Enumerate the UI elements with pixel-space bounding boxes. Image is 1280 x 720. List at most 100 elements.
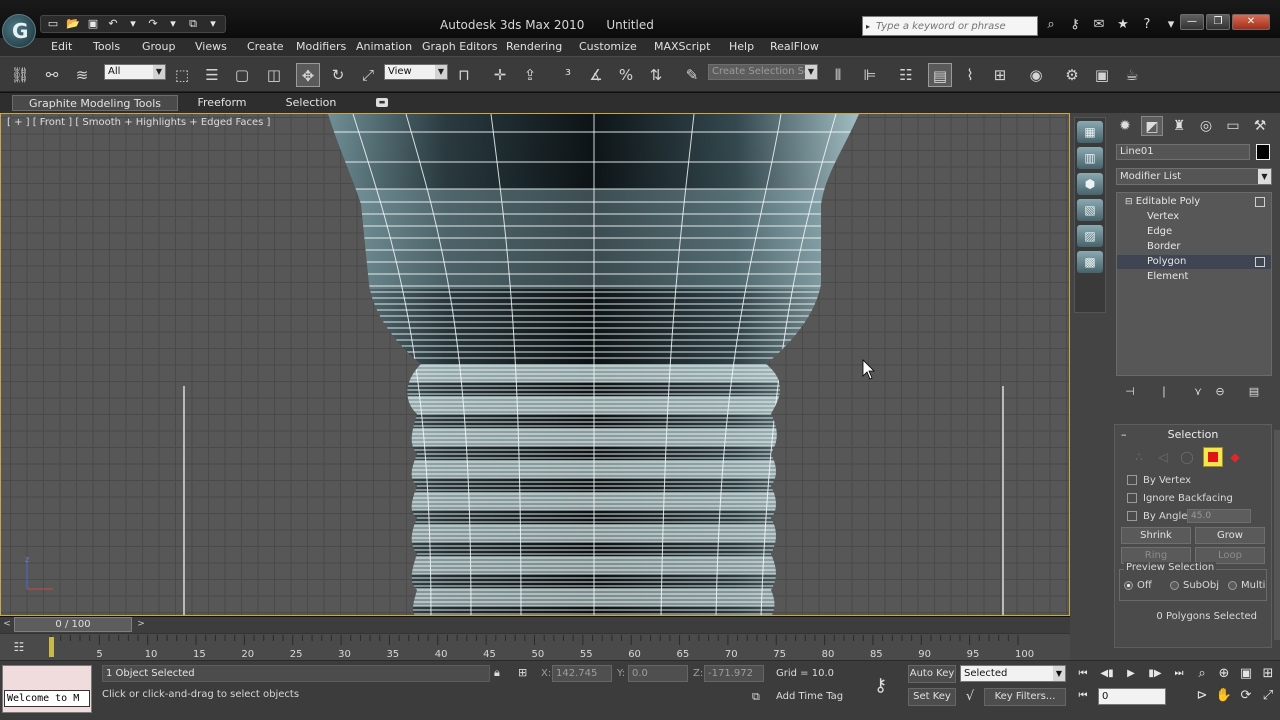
preview-multi-radio[interactable]: Multi: [1228, 580, 1265, 591]
selection-filter-dropdown[interactable]: All ▼: [104, 64, 166, 80]
rectangular-selection-icon[interactable]: ▢: [230, 63, 254, 87]
front-viewport[interactable]: [ + ] [ Front ] [ Smooth + Highlights + …: [0, 113, 1070, 616]
z-coordinate-field[interactable]: -171.972: [704, 665, 764, 682]
help-dropdown-icon[interactable]: ▾: [1162, 16, 1180, 34]
select-and-scale-icon[interactable]: ⤢: [356, 63, 380, 87]
tab-graphite-modeling-tools[interactable]: Graphite Modeling Tools: [12, 95, 178, 111]
render-setup-icon[interactable]: ⚙: [1060, 63, 1084, 87]
menu-edit[interactable]: Edit: [51, 40, 72, 53]
select-and-move-icon[interactable]: ✥: [296, 63, 320, 87]
motion-tab-icon[interactable]: ◎: [1195, 116, 1217, 136]
maximize-viewport-icon[interactable]: ⤢: [1258, 687, 1278, 705]
bind-space-warp-icon[interactable]: ≋: [70, 63, 94, 87]
communication-icon[interactable]: ✉: [1090, 16, 1108, 34]
display-tab-icon[interactable]: ▭: [1222, 116, 1244, 136]
stack-item-border[interactable]: Border: [1117, 240, 1271, 254]
poly-tool-1-icon[interactable]: ▦: [1077, 121, 1103, 143]
reference-coordinate-dropdown[interactable]: View ▼: [384, 64, 448, 80]
object-color-swatch[interactable]: [1256, 144, 1270, 160]
menu-animation[interactable]: Animation: [356, 40, 412, 53]
time-tag-icon[interactable]: ⧉: [752, 690, 760, 704]
modify-tab-icon[interactable]: ◩: [1141, 116, 1163, 136]
snaps-toggle-icon[interactable]: ³: [556, 63, 580, 87]
search-input[interactable]: [873, 20, 1033, 32]
play-icon[interactable]: ▶: [1120, 665, 1142, 683]
align-icon[interactable]: ⊫: [858, 63, 882, 87]
x-coordinate-field[interactable]: 142.745: [552, 665, 612, 682]
next-key-icon[interactable]: ▮▶: [1144, 665, 1166, 683]
y-coordinate-field[interactable]: 0.0: [628, 665, 688, 682]
close-icon[interactable]: ✕: [1232, 14, 1270, 30]
add-time-tag-button[interactable]: Add Time Tag: [776, 691, 843, 702]
zoom-extents-icon[interactable]: ▣: [1236, 665, 1256, 683]
command-panel-scrollbar[interactable]: [1274, 430, 1280, 640]
stack-toggle-box[interactable]: [1255, 257, 1265, 267]
element-level-icon[interactable]: ◆: [1225, 447, 1245, 467]
mirror-icon[interactable]: ⫴: [826, 63, 850, 87]
border-level-icon[interactable]: ◯: [1177, 447, 1197, 467]
checkbox-box[interactable]: [1127, 475, 1137, 485]
subscription-key-icon[interactable]: ⚷: [1066, 16, 1084, 34]
selection-lock-icon[interactable]: 🔒︎: [494, 666, 500, 680]
help-icon[interactable]: ?: [1138, 16, 1156, 34]
tab-selection[interactable]: Selection: [276, 95, 346, 111]
undo-dropdown-icon[interactable]: ▾: [125, 17, 141, 31]
poly-tool-3-icon[interactable]: ⬢: [1077, 173, 1103, 195]
poly-tool-5-icon[interactable]: ▨: [1077, 225, 1103, 247]
utilities-tab-icon[interactable]: ⚒: [1249, 116, 1271, 136]
checkbox-box[interactable]: [1127, 493, 1137, 503]
shrink-button[interactable]: Shrink: [1121, 527, 1191, 544]
ignore-backfacing-checkbox[interactable]: Ignore Backfacing: [1127, 493, 1233, 504]
open-file-icon[interactable]: 📂: [65, 17, 81, 31]
go-to-start-icon[interactable]: ⏮: [1072, 665, 1094, 683]
window-crossing-icon[interactable]: ◫: [262, 63, 286, 87]
poly-tool-2-icon[interactable]: ▥: [1077, 147, 1103, 169]
menu-tools[interactable]: Tools: [93, 40, 120, 53]
edge-level-icon[interactable]: ◁: [1153, 447, 1173, 467]
menu-graph-editors[interactable]: Graph Editors: [422, 40, 498, 53]
undo-icon[interactable]: ↶: [105, 17, 121, 31]
make-unique-icon[interactable]: ⋎: [1190, 384, 1206, 400]
configure-modifier-sets-icon[interactable]: ▤: [1246, 384, 1262, 400]
angle-snap-icon[interactable]: ∡: [584, 63, 608, 87]
set-key-mode-icon[interactable]: ⚷: [874, 675, 887, 696]
menu-realflow[interactable]: RealFlow: [770, 40, 819, 53]
absolute-relative-toggle-icon[interactable]: ⊞: [518, 666, 527, 679]
go-to-end-icon[interactable]: ⏭: [1168, 665, 1190, 683]
by-angle-checkbox[interactable]: By Angle:: [1127, 511, 1191, 522]
preview-off-radio[interactable]: Off: [1124, 580, 1152, 591]
remove-modifier-icon[interactable]: ⊖: [1212, 384, 1228, 400]
radio-dot[interactable]: [1170, 580, 1179, 590]
menu-maxscript[interactable]: MAXScript: [654, 40, 710, 53]
minimize-icon[interactable]: —: [1180, 14, 1204, 30]
stack-item-vertex[interactable]: Vertex: [1117, 210, 1271, 224]
edit-named-selection-icon[interactable]: ✎: [680, 63, 704, 87]
stack-item-element[interactable]: Element: [1117, 270, 1271, 284]
percent-snap-icon[interactable]: %: [614, 63, 638, 87]
material-editor-icon[interactable]: ◉: [1024, 63, 1048, 87]
app-menu-logo-icon[interactable]: G: [2, 14, 36, 48]
layer-manager-icon[interactable]: ☷: [894, 63, 918, 87]
default-in-out-tangents-icon[interactable]: √: [960, 689, 980, 707]
radio-dot[interactable]: [1228, 580, 1237, 590]
vertex-level-icon[interactable]: ∴: [1129, 447, 1149, 467]
save-file-icon[interactable]: ▣: [85, 17, 101, 31]
maxscript-output[interactable]: Welcome to M: [4, 690, 90, 707]
new-file-icon[interactable]: ▭: [45, 17, 61, 31]
grow-button[interactable]: Grow: [1195, 527, 1265, 544]
object-name-field[interactable]: Line01: [1116, 144, 1250, 160]
search-box[interactable]: ▸: [862, 16, 1038, 36]
restore-icon[interactable]: ❐: [1206, 14, 1230, 30]
select-by-name-icon[interactable]: ☰: [200, 63, 224, 87]
pan-hand-icon[interactable]: ✋: [1214, 687, 1234, 705]
poly-tool-6-icon[interactable]: ▩: [1077, 251, 1103, 273]
graphite-toggle-icon[interactable]: ▤: [928, 63, 952, 87]
poly-tool-4-icon[interactable]: ▧: [1077, 199, 1103, 221]
pin-stack-icon[interactable]: ⊣: [1122, 384, 1138, 400]
key-mode-toggle-icon[interactable]: ⏮: [1072, 687, 1094, 705]
open-mini-curve-editor-icon[interactable]: ☷: [8, 640, 30, 654]
project-folder-icon[interactable]: ⧉: [185, 17, 201, 31]
unlink-icon[interactable]: ⚯: [40, 63, 64, 87]
current-frame-field[interactable]: 0: [1098, 688, 1166, 705]
spinner-snap-icon[interactable]: ⇅: [644, 63, 668, 87]
